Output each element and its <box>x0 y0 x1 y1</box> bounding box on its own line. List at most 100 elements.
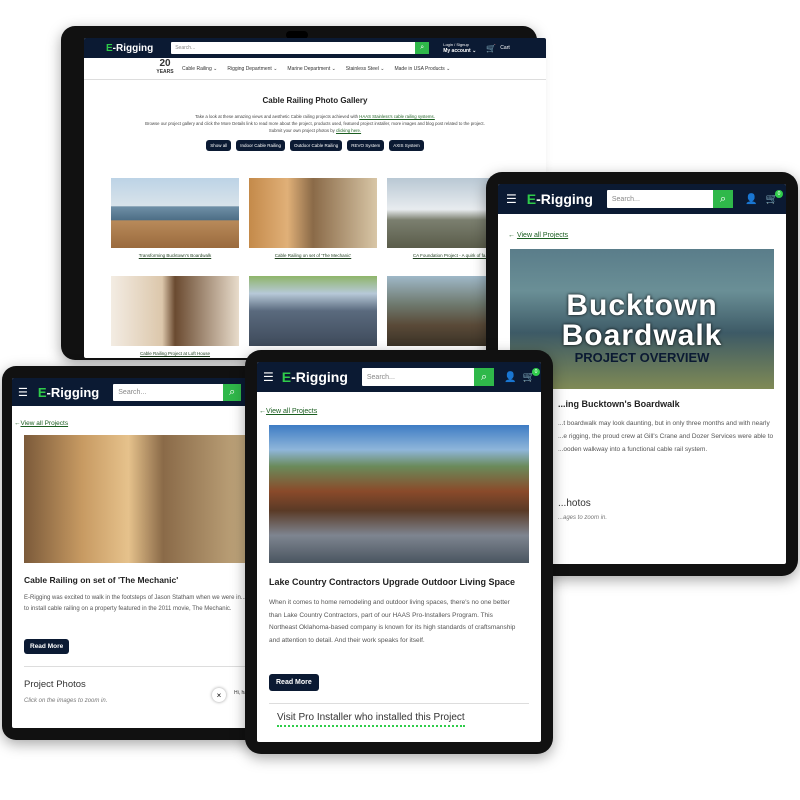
search-icon: ⌕ <box>420 44 425 51</box>
search-button[interactable]: ⌕ <box>415 42 430 54</box>
page-title: Cable Railing Photo Gallery <box>262 96 368 105</box>
search-input[interactable]: Search... ⌕ <box>113 383 242 401</box>
search-icon: ⌕ <box>481 370 488 383</box>
project-photos-heading: ...hotos <box>558 498 591 509</box>
installer-link[interactable]: Visit Pro Installer who installed this P… <box>277 712 465 727</box>
tablet-center-frame: ☰ E-Rigging Search... ⌕ 👤 🛒 0 ←View all P… <box>245 350 553 754</box>
search-placeholder: Search... <box>611 195 640 203</box>
search-input[interactable]: Search... ⌕ <box>606 190 734 208</box>
project-heading: Cable Railing on set of 'The Mechanic' <box>24 575 179 585</box>
chat-close-button[interactable]: × <box>212 688 226 702</box>
cart-icon: 🛒 <box>486 43 497 53</box>
haas-link[interactable]: HAAS Stainless's cable railing systems. <box>359 114 435 119</box>
header: ☰ E-Rigging Search... ⌕ 👤 🛒 0 <box>498 184 786 214</box>
anniversary-badge: 20 YEARS <box>154 58 176 76</box>
account-icon[interactable]: 👤 <box>504 372 516 383</box>
gallery-card[interactable]: Cable Rail Deck Transformation <box>249 276 377 356</box>
read-more-button[interactable]: Read More <box>24 639 70 654</box>
search-placeholder: Search... <box>175 45 196 51</box>
nav-made-in-usa[interactable]: Made in USA Products ⌄ <box>394 66 450 72</box>
search-input[interactable]: Search... ⌕ <box>171 42 430 54</box>
project-heading: Lake Country Contractors Upgrade Outdoor… <box>269 577 516 587</box>
gallery-card[interactable]: Transforming Bucktown's Boardwalk <box>111 178 239 258</box>
filter-show-all[interactable]: Show all <box>206 140 232 151</box>
badge-number: 20 <box>159 58 171 69</box>
filter-revo[interactable]: REVO System <box>347 140 385 151</box>
cart-count-badge: 0 <box>532 367 540 376</box>
submit-link[interactable]: clicking here. <box>336 128 361 133</box>
filter-bar: Show all Indoor Cable Railing Outdoor Ca… <box>84 140 546 151</box>
cart-icon[interactable]: 🛒 0 <box>766 189 783 205</box>
arrow-left-icon: ← <box>259 408 266 415</box>
laptop-frame: E-Rigging Search... ⌕ Login / Signup My … <box>61 26 546 360</box>
cart-icon[interactable]: 🛒 0 <box>523 367 540 383</box>
laptop-screen: E-Rigging Search... ⌕ Login / Signup My … <box>84 38 546 358</box>
gallery-caption[interactable]: Cable Railing Project at Loft House <box>111 351 239 356</box>
search-button[interactable]: ⌕ <box>713 190 734 208</box>
laptop-header: E-Rigging Search... ⌕ Login / Signup My … <box>84 38 546 58</box>
gallery-card[interactable]: Cable Railing on set of 'The Mechanic' <box>249 178 377 258</box>
tablet-center-screen: ☰ E-Rigging Search... ⌕ 👤 🛒 0 ←View all P… <box>257 362 541 742</box>
logo[interactable]: E-Rigging <box>106 43 153 54</box>
account-icon[interactable]: 👤 <box>745 194 757 205</box>
gallery-photo[interactable] <box>111 276 239 346</box>
search-icon: ⌕ <box>720 192 727 205</box>
chevron-down-icon: ⌄ <box>472 48 477 54</box>
gallery-photo[interactable] <box>111 178 239 248</box>
tablet-left-screen: ☰ E-Rigging Search... ⌕ ←View all Projec… <box>12 378 256 728</box>
filter-indoor[interactable]: Indoor Cable Railing <box>236 140 285 151</box>
gallery-caption[interactable]: Cable Railing on set of 'The Mechanic' <box>249 253 377 258</box>
filter-outdoor[interactable]: Outdoor Cable Railing <box>289 140 343 151</box>
logo[interactable]: E-Rigging <box>282 369 348 385</box>
gallery-photo[interactable] <box>249 276 377 346</box>
gallery-card[interactable]: Cable Railing Project at Loft House <box>111 276 239 356</box>
gallery-caption[interactable]: Transforming Bucktown's Boardwalk <box>111 253 239 258</box>
nav-rigging[interactable]: Rigging Department ⌄ <box>227 66 277 72</box>
back-link[interactable]: ←View all Projects <box>259 408 541 415</box>
badge-text: YEARS <box>156 69 174 75</box>
search-placeholder: Search... <box>366 373 395 381</box>
gallery-photo[interactable] <box>249 178 377 248</box>
gallery-intro: Take a look at these amazing views and a… <box>145 114 485 133</box>
project-image[interactable] <box>269 425 529 563</box>
hero-title-overlay: Bucktown Boardwalk PROJECT OVERVIEW <box>510 291 774 365</box>
read-more-button[interactable]: Read More <box>269 674 319 691</box>
project-body: ...t boardwalk may look daunting, but in… <box>558 420 774 453</box>
search-input[interactable]: Search... ⌕ <box>361 368 495 386</box>
gallery-grid: Transforming Bucktown's Boardwalk Cable … <box>111 178 531 356</box>
menu-icon[interactable]: ☰ <box>263 370 274 384</box>
cart-button[interactable]: 🛒 Cart <box>486 44 509 53</box>
search-button[interactable]: ⌕ <box>223 383 242 401</box>
logo[interactable]: E-Rigging <box>38 385 99 400</box>
project-photos-hint: ...ages to zoom in. <box>558 515 608 521</box>
back-link[interactable]: ← View all Projects <box>508 232 786 239</box>
nav-cable-railing[interactable]: Cable Railing ⌄ <box>182 66 217 72</box>
hero-line1: Bucktown <box>566 289 718 322</box>
logo[interactable]: E-Rigging <box>527 191 593 207</box>
search-placeholder: Search... <box>118 388 147 396</box>
cart-label: Cart <box>500 45 510 51</box>
project-heading: ...ing Bucktown's Boardwalk <box>558 399 680 409</box>
devices-mockup: E-Rigging Search... ⌕ Login / Signup My … <box>0 0 800 800</box>
project-body: When it comes to home remodeling and out… <box>269 599 516 644</box>
nav-marine[interactable]: Marine Department ⌄ <box>287 66 335 72</box>
header: ☰ E-Rigging Search... ⌕ 👤 🛒 0 <box>257 362 541 392</box>
back-link[interactable]: ←View all Projects <box>14 420 256 427</box>
laptop-nav: 20 YEARS Cable Railing ⌄ Rigging Departm… <box>84 58 546 80</box>
close-icon: × <box>216 690 222 700</box>
menu-icon[interactable]: ☰ <box>18 386 28 399</box>
tablet-left-frame: ☰ E-Rigging Search... ⌕ ←View all Projec… <box>2 366 264 740</box>
header: ☰ E-Rigging Search... ⌕ <box>12 378 256 406</box>
account-menu[interactable]: Login / Signup My account ⌄ <box>443 42 476 54</box>
hero-line2: Boardwalk <box>561 319 723 352</box>
cart-count-badge: 0 <box>775 189 783 198</box>
arrow-left-icon: ← <box>508 232 515 239</box>
search-icon: ⌕ <box>229 385 236 398</box>
search-button[interactable]: ⌕ <box>474 368 495 386</box>
nav-stainless[interactable]: Stainless Steel ⌄ <box>346 66 385 72</box>
account-label: My account <box>443 48 471 54</box>
menu-icon[interactable]: ☰ <box>506 192 517 206</box>
project-image[interactable] <box>24 435 256 563</box>
project-body: E-Rigging was excited to walk in the foo… <box>24 595 246 612</box>
filter-axis[interactable]: AXIS System <box>389 140 424 151</box>
